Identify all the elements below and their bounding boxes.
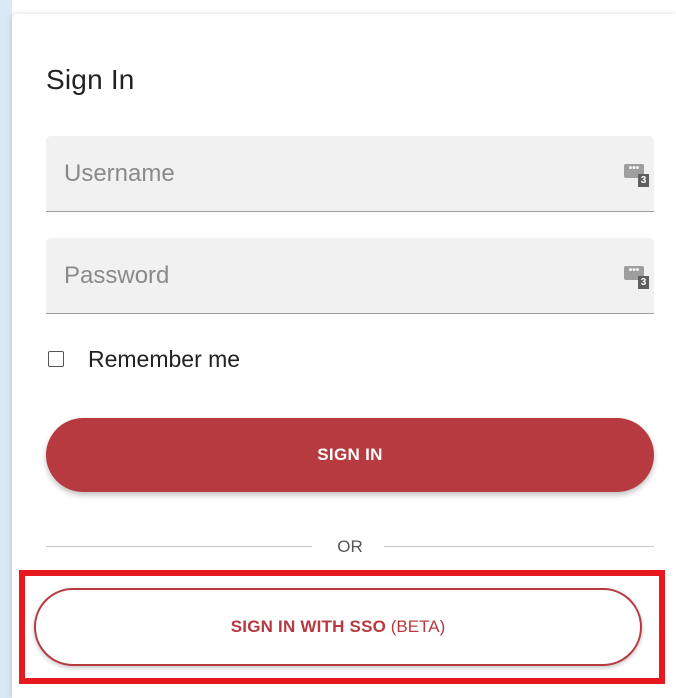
- left-background-rail: [0, 0, 12, 698]
- or-divider: OR: [46, 532, 654, 562]
- remember-me-row[interactable]: Remember me: [46, 344, 240, 374]
- sign-in-with-sso-button[interactable]: SIGN IN WITH SSO (BETA): [34, 588, 642, 666]
- remember-me-label: Remember me: [88, 345, 241, 372]
- password-manager-icon[interactable]: ••• 3: [624, 266, 650, 290]
- username-input[interactable]: [64, 158, 604, 190]
- sign-in-page: Sign In ••• 3 ••• 3 Remember me SIGN IN …: [0, 0, 676, 698]
- remember-me-checkbox[interactable]: [48, 351, 64, 367]
- divider-text: OR: [337, 537, 363, 556]
- password-input[interactable]: [64, 260, 604, 292]
- divider-line-right: [384, 546, 654, 547]
- divider-line-left: [46, 546, 312, 547]
- password-manager-count: 3: [638, 174, 649, 187]
- sso-beta-label: (BETA): [390, 617, 446, 636]
- username-field[interactable]: ••• 3: [46, 136, 654, 212]
- password-manager-count: 3: [638, 276, 649, 289]
- page-title: Sign In: [46, 64, 135, 95]
- password-manager-icon[interactable]: ••• 3: [624, 164, 650, 188]
- sso-button-label: SIGN IN WITH SSO: [230, 617, 387, 636]
- password-field[interactable]: ••• 3: [46, 238, 654, 314]
- sign-in-button[interactable]: SIGN IN: [46, 418, 654, 492]
